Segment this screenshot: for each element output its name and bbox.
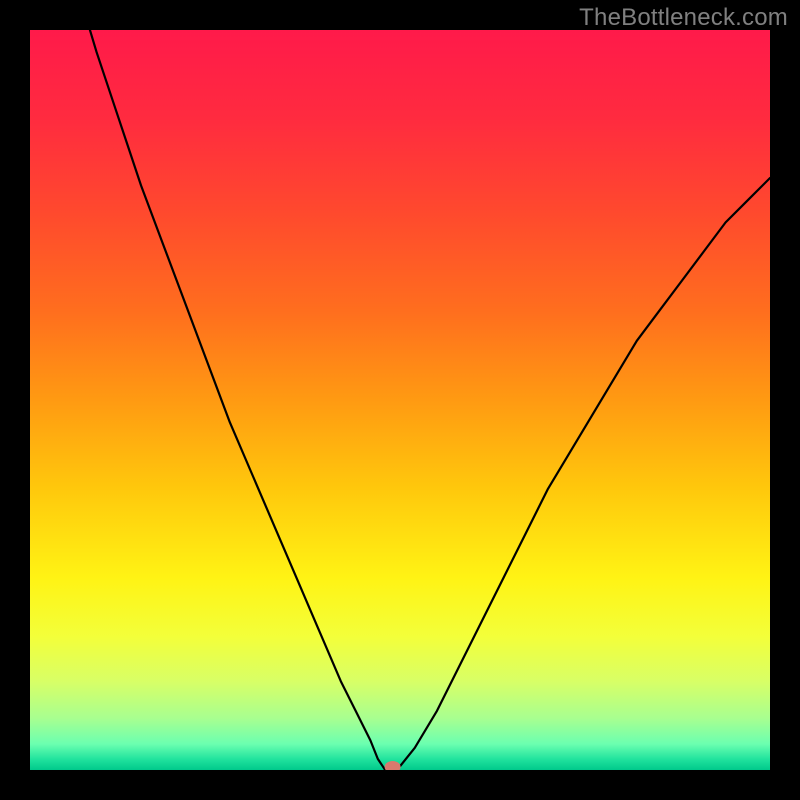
plot-background-gradient [30, 30, 770, 770]
bottleneck-plot [30, 30, 770, 770]
chart-container: TheBottleneck.com [0, 0, 800, 800]
watermark-text: TheBottleneck.com [579, 4, 788, 32]
